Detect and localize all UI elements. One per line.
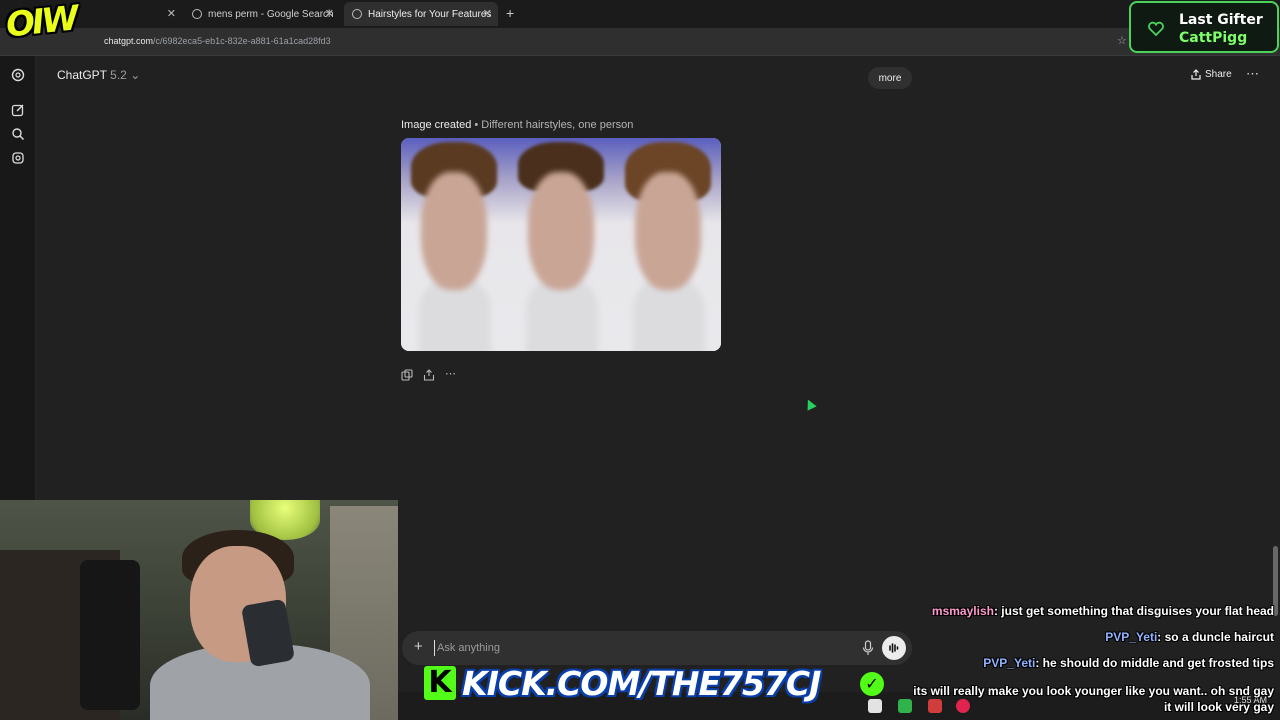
image-created-label: Image created	[401, 119, 472, 131]
heart-icon	[1148, 21, 1164, 37]
share-button[interactable]: Share	[1191, 69, 1232, 80]
new-tab-icon[interactable]: +	[506, 5, 514, 21]
close-tab-icon[interactable]: ✕	[325, 7, 334, 20]
chat-text: : so a duncle haircut	[1157, 630, 1274, 644]
webcam-overlay	[0, 500, 398, 720]
generated-image[interactable]	[401, 138, 721, 351]
browser-tab-bar: ✕ mens perm - Google Search ✕ Hairstyles…	[0, 0, 1280, 28]
chat-username: msmaylish	[931, 604, 994, 618]
kick-logo-icon: K	[424, 666, 456, 700]
voice-mode-button[interactable]	[882, 636, 906, 660]
close-tab-icon[interactable]: ✕	[167, 7, 176, 20]
chatgpt-favicon-icon	[352, 9, 362, 19]
library-icon[interactable]	[11, 151, 25, 165]
xbox-icon[interactable]	[898, 699, 912, 713]
openai-logo-icon[interactable]	[11, 68, 25, 82]
microphone-icon[interactable]	[862, 640, 874, 656]
browser-tab-hairstyles[interactable]: Hairstyles for Your Features ✕	[344, 2, 498, 26]
new-chat-icon[interactable]	[11, 103, 25, 117]
chat-message: PVP_Yeti: so a duncle haircut	[1105, 630, 1274, 644]
screen: ✕ mens perm - Google Search ✕ Hairstyles…	[0, 0, 1280, 720]
address-bar[interactable]: chatgpt.com/c/6982eca5-eb1c-832e-a881-61…	[0, 28, 1280, 56]
record-icon[interactable]	[956, 699, 970, 713]
app-icon[interactable]	[928, 699, 942, 713]
waveform-icon	[889, 643, 899, 653]
url-path: /c/6982eca5-eb1c-832e-a881-61a1cad28fd3	[153, 36, 331, 46]
share-label: Share	[1205, 69, 1232, 80]
search-icon[interactable]	[11, 127, 25, 141]
last-gifter-title: Last Gifter	[1179, 12, 1263, 28]
attach-plus-icon[interactable]: +	[414, 638, 423, 655]
more-actions-icon[interactable]: ⋯	[445, 369, 456, 383]
chat-text: it will look very gay	[1163, 700, 1274, 714]
share-icon[interactable]	[423, 369, 435, 381]
chat-message: msmaylish: just get something that disgu…	[932, 604, 1274, 618]
hairstyle-variant-2	[508, 138, 615, 351]
chat-message: it will look very gay	[1164, 700, 1274, 714]
more-options-icon[interactable]: ⋯	[1246, 66, 1260, 82]
kick-banner: K KICK.COM/THE757CJ ✓	[424, 664, 884, 704]
model-selector[interactable]: ChatGPT 5.2 ⌄	[57, 68, 140, 82]
google-favicon-icon	[192, 9, 202, 19]
verified-check-icon: ✓	[860, 672, 884, 696]
chat-text: : he should do middle and get frosted ti…	[1035, 656, 1274, 670]
channel-logo: OIW	[0, 0, 114, 56]
image-description: • Different hairstyles, one person	[471, 119, 634, 131]
tab-title: Hairstyles for Your Features	[368, 8, 492, 20]
share-icon	[1191, 69, 1201, 80]
browser-tab-google-search[interactable]: mens perm - Google Search ✕	[184, 2, 340, 26]
last-gifter-widget: Last Gifter CattPigg	[1129, 1, 1279, 53]
chat-message: PVP_Yeti: he should do middle and get fr…	[983, 656, 1274, 670]
chevron-down-icon: ⌄	[130, 68, 141, 82]
composer: +	[402, 631, 912, 665]
close-tab-icon[interactable]: ✕	[483, 7, 492, 20]
chat-username: PVP_Yeti	[1105, 630, 1158, 644]
sidebar-rail	[0, 56, 36, 500]
channel-logo-text: OIW	[4, 0, 78, 46]
message-actions: ⋯	[401, 369, 456, 383]
chat-text: its will really make you look younger li…	[913, 684, 1274, 698]
tab-title: mens perm - Google Search	[208, 8, 334, 20]
kick-url: KICK.COM/THE757CJ	[462, 664, 821, 703]
last-gifter-name: CattPigg	[1179, 30, 1248, 46]
url-text[interactable]: chatgpt.com/c/6982eca5-eb1c-832e-a881-61…	[104, 36, 331, 46]
model-name: ChatGPT	[57, 68, 107, 82]
streamer	[150, 524, 370, 720]
prompt-input[interactable]	[434, 640, 814, 656]
bookmark-star-icon[interactable]: ☆	[1117, 34, 1127, 47]
image-caption: Image created • Different hairstyles, on…	[401, 119, 633, 131]
more-button[interactable]: more	[868, 67, 912, 89]
more-label: more	[878, 72, 902, 84]
mouse-cursor-icon	[803, 397, 817, 411]
mail-icon[interactable]	[868, 699, 882, 713]
copy-icon[interactable]	[401, 369, 413, 381]
model-version: 5.2	[110, 68, 127, 82]
chat-text: : just get something that disguises your…	[993, 604, 1274, 618]
hairstyle-variant-1	[401, 138, 508, 351]
chat-message: its will really make you look younger li…	[913, 684, 1274, 698]
chat-username: PVP_Yeti	[983, 656, 1036, 670]
hairstyle-variant-3	[615, 138, 721, 351]
